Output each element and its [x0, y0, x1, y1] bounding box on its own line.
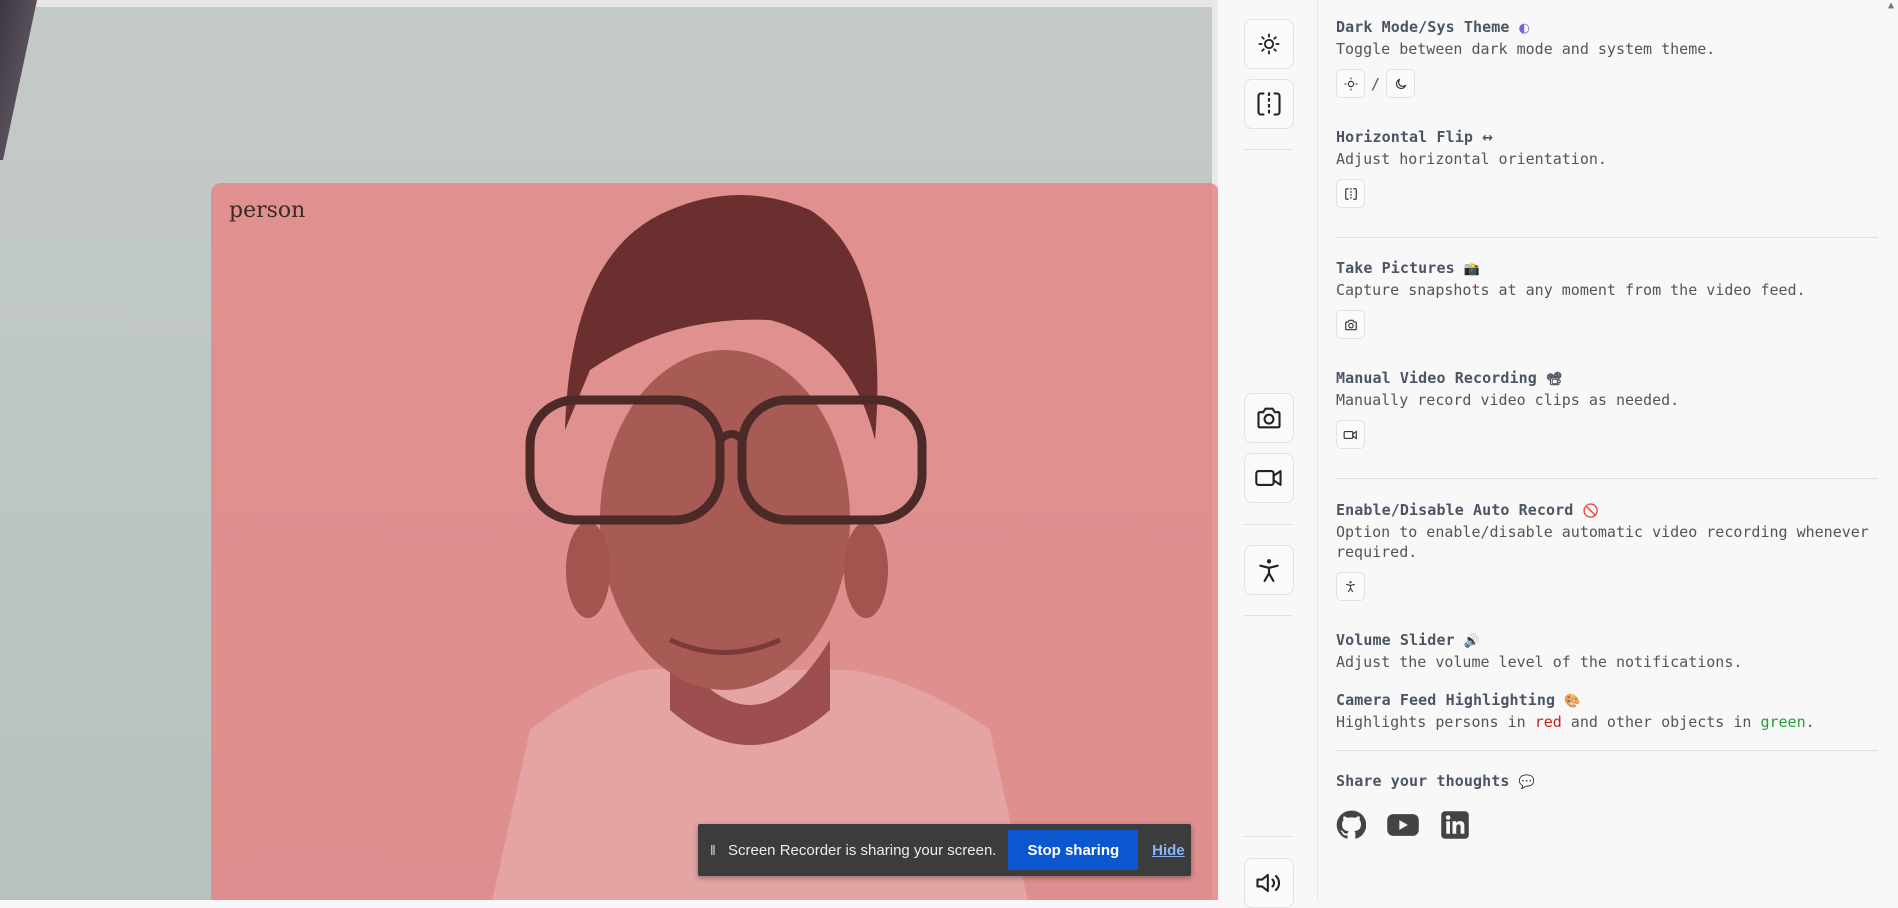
video-icon [1255, 470, 1282, 486]
section-thoughts: Share your thoughts 💬 [1336, 772, 1876, 790]
accessibility-icon [1346, 581, 1355, 593]
scroll-up-icon[interactable]: ▲ [1888, 0, 1894, 11]
section-desc: Adjust horizontal orientation. [1336, 150, 1607, 168]
flip-mini-button[interactable] [1336, 179, 1365, 208]
section-highlighting: Camera Feed Highlighting 🎨 Highlights pe… [1336, 691, 1876, 732]
section-title: Enable/Disable Auto Record 🚫 [1336, 501, 1599, 519]
section-recording: Manual Video Recording 📽 Manually record… [1336, 369, 1876, 449]
divider [1336, 750, 1878, 751]
feature-info-panel: ▲ Dark Mode/Sys Theme ◐ Toggle between d… [1318, 0, 1898, 900]
flip-horizontal-icon [1257, 92, 1281, 116]
section-title: Manual Video Recording 📽 [1336, 369, 1563, 387]
section-title: Share your thoughts 💬 [1336, 772, 1535, 790]
auto-record-toggle[interactable] [1244, 545, 1294, 595]
volume-icon [1256, 873, 1281, 893]
half-circle-icon: ◐ [1518, 21, 1531, 36]
share-message: Screen Recorder is sharing your screen. [728, 841, 997, 859]
auto-record-mini-button[interactable] [1336, 572, 1365, 601]
flip-button[interactable] [1244, 79, 1294, 129]
toolbar-divider [1243, 836, 1293, 837]
sun-icon [1258, 33, 1280, 55]
video-icon [1343, 429, 1357, 440]
accessibility-icon [1259, 559, 1279, 582]
sun-icon [1344, 77, 1357, 90]
section-title: Camera Feed Highlighting 🎨 [1336, 691, 1581, 709]
section-desc: Toggle between dark mode and system them… [1336, 40, 1716, 58]
red-word: red [1534, 713, 1562, 731]
dark-mode-button[interactable] [1386, 69, 1416, 98]
prohibited-icon: 🚫 [1582, 504, 1599, 519]
camera-icon [1257, 407, 1281, 429]
moon-icon [1395, 78, 1406, 89]
video-mini-button[interactable] [1336, 420, 1365, 449]
youtube-icon[interactable] [1386, 810, 1420, 840]
social-links [1336, 810, 1470, 840]
speaker-icon: 🔊 [1463, 634, 1481, 649]
video-top-edge [0, 0, 1212, 7]
toolbar-divider [1243, 524, 1293, 525]
section-title: Take Pictures 📸 [1336, 259, 1481, 277]
toolbar-divider [1243, 615, 1293, 616]
projector-icon: 📽 [1546, 372, 1563, 387]
theme-toggle-button[interactable] [1244, 19, 1294, 69]
detection-label: person [229, 198, 306, 223]
take-picture-button[interactable] [1244, 393, 1294, 443]
section-desc: Manually record video clips as needed. [1336, 391, 1680, 409]
screen-share-banner: ‖ Screen Recorder is sharing your screen… [698, 824, 1191, 876]
hide-banner-link[interactable]: Hide [1152, 842, 1185, 859]
section-title: Volume Slider 🔊 [1336, 631, 1481, 649]
section-desc: Highlights persons in red and other obje… [1336, 713, 1815, 731]
speech-bubble-icon: 💬 [1518, 775, 1535, 790]
section-title: Dark Mode/Sys Theme ◐ [1336, 18, 1531, 36]
volume-button[interactable] [1244, 858, 1294, 908]
github-icon[interactable] [1336, 810, 1366, 840]
divider [1336, 237, 1878, 238]
camera-icon [1344, 319, 1357, 330]
background-object [0, 0, 38, 160]
divider [1336, 478, 1878, 479]
camera-feed: person [0, 0, 1218, 900]
palette-icon: 🎨 [1564, 694, 1581, 709]
camera-flash-icon: 📸 [1463, 262, 1481, 277]
record-video-button[interactable] [1244, 453, 1294, 503]
section-pictures: Take Pictures 📸 Capture snapshots at any… [1336, 259, 1876, 339]
person-figure [492, 195, 1028, 900]
drag-handle-icon[interactable]: ‖ [710, 842, 720, 858]
control-toolbar [1221, 0, 1318, 908]
stop-sharing-button[interactable]: Stop sharing [1008, 830, 1139, 870]
section-volume: Volume Slider 🔊 Adjust the volume level … [1336, 631, 1876, 672]
section-theme: Dark Mode/Sys Theme ◐ Toggle between dar… [1336, 18, 1876, 98]
toolbar-divider [1243, 149, 1293, 150]
flip-horizontal-icon [1344, 187, 1357, 200]
green-word: green [1760, 713, 1806, 731]
section-flip: Horizontal Flip ↔ Adjust horizontal orie… [1336, 128, 1876, 208]
separator: / [1371, 74, 1381, 93]
section-desc: Adjust the volume level of the notificat… [1336, 653, 1743, 671]
linkedin-icon[interactable] [1440, 810, 1470, 840]
section-auto-record: Enable/Disable Auto Record 🚫 Option to e… [1336, 501, 1876, 601]
arrows-icon: ↔ [1482, 131, 1494, 146]
section-desc: Option to enable/disable automatic video… [1336, 523, 1869, 561]
section-title: Horizontal Flip ↔ [1336, 128, 1494, 146]
camera-mini-button[interactable] [1336, 310, 1365, 339]
section-desc: Capture snapshots at any moment from the… [1336, 281, 1806, 299]
light-mode-button[interactable] [1336, 69, 1365, 98]
